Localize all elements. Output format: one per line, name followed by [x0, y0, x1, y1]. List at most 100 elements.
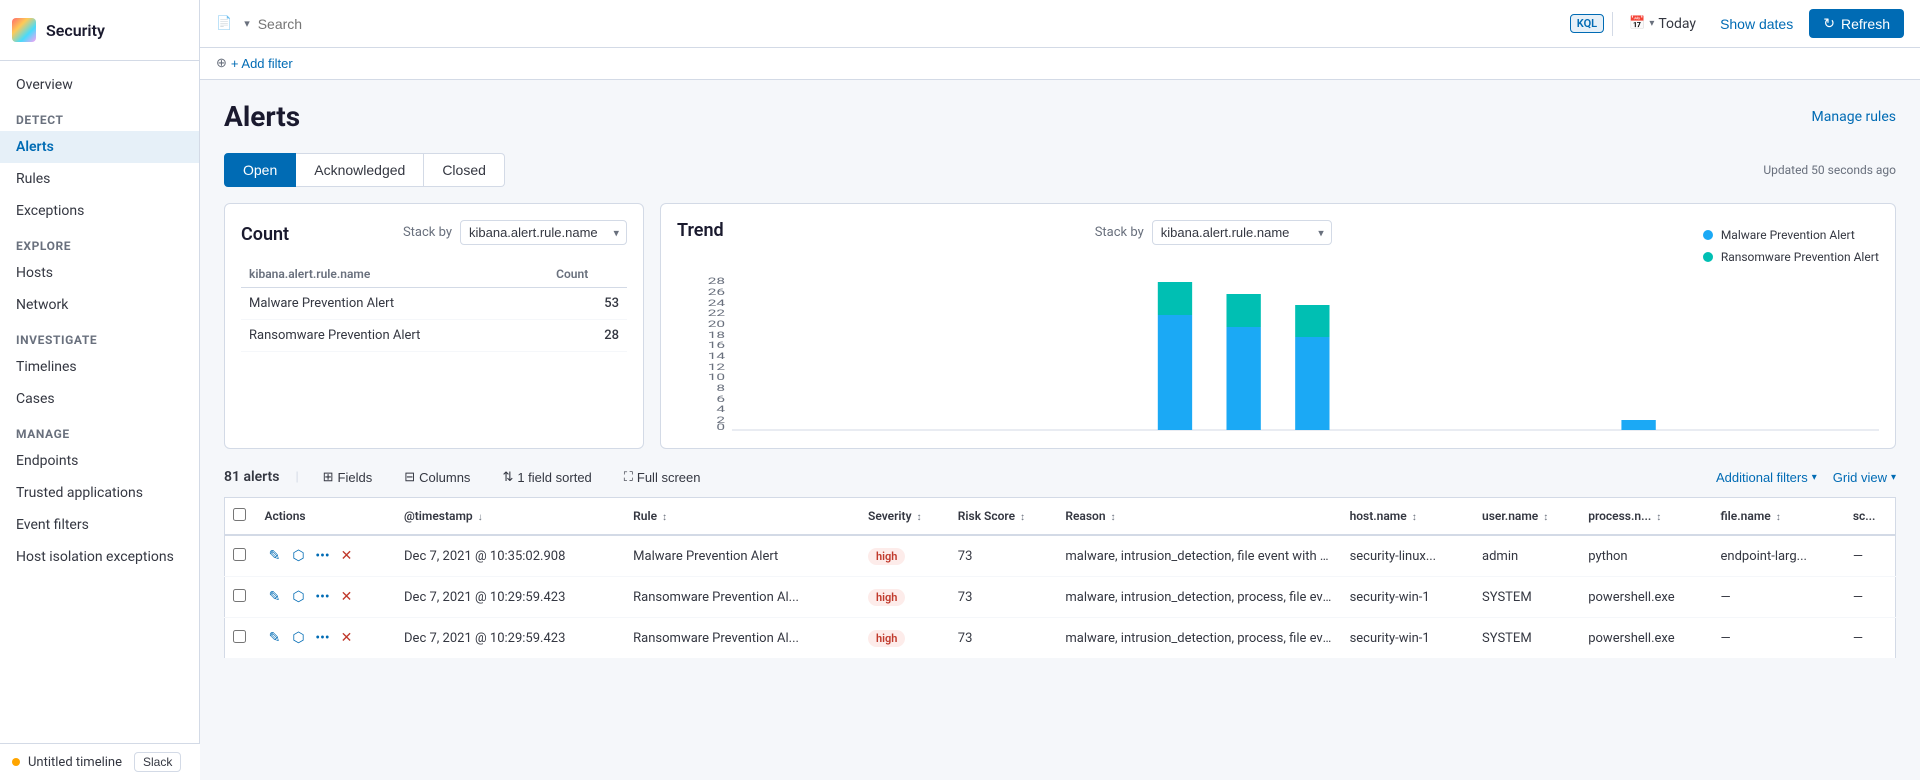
sidebar-item-host-isolation-exceptions[interactable]: Host isolation exceptions [0, 541, 199, 573]
row-actions: ✎ ⬡ ••• ✕ [257, 535, 397, 577]
row-timestamp: Dec 7, 2021 @ 10:29:59.423 [396, 577, 625, 618]
sidebar-section-detect: Detect [0, 101, 199, 131]
page-title: Alerts [224, 100, 300, 133]
close-action-icon[interactable]: ✕ [337, 546, 357, 566]
row-checkbox[interactable] [233, 548, 246, 561]
sort-severity-icon: ↕ [917, 512, 922, 523]
legend-dot-ransomware [1703, 252, 1713, 262]
refresh-button[interactable]: ↻ Refresh [1809, 9, 1904, 38]
process-action-icon[interactable]: ⬡ [289, 587, 309, 607]
slack-button[interactable]: Slack [134, 752, 181, 772]
svg-text:0: 0 [716, 422, 725, 432]
alerts-table: Actions @timestamp ↓ Rule ↕ Severity ↕ R… [224, 497, 1896, 659]
table-row: Ransomware Prevention Alert28 [241, 320, 627, 352]
fields-button[interactable]: ⊞ Fields [315, 465, 381, 489]
fields-label: Fields [338, 470, 373, 485]
count-stack-by-select[interactable]: kibana.alert.rule.name [460, 220, 627, 245]
filter-circle-icon: ⊕ [216, 56, 227, 71]
manage-rules-link[interactable]: Manage rules [1812, 109, 1896, 125]
more-action-icon[interactable]: ••• [313, 628, 333, 648]
row-severity: high [860, 535, 950, 577]
sidebar-item-network[interactable]: Network [0, 289, 199, 321]
show-dates-button[interactable]: Show dates [1712, 12, 1801, 36]
close-action-icon[interactable]: ✕ [337, 628, 357, 648]
select-all-checkbox[interactable] [233, 508, 246, 521]
row-username: SYSTEM [1474, 618, 1580, 659]
col-filename[interactable]: file.name ↕ [1713, 498, 1845, 536]
sidebar-header: Security [0, 0, 199, 61]
action-icons-group: ✎ ⬡ ••• ✕ [265, 546, 389, 566]
row-username: admin [1474, 535, 1580, 577]
alerts-count: 81 alerts [224, 469, 279, 485]
add-filter-button[interactable]: + Add filter [231, 56, 293, 71]
row-checkbox[interactable] [233, 589, 246, 602]
sidebar-item-trusted-applications[interactable]: Trusted applications [0, 477, 199, 509]
process-action-icon[interactable]: ⬡ [289, 628, 309, 648]
count-chart-title: Count [241, 224, 289, 245]
updated-text: Updated 50 seconds ago [1763, 163, 1896, 177]
sorted-button[interactable]: ⇅ 1 field sorted [494, 465, 599, 489]
svg-text:20: 20 [708, 319, 725, 330]
process-action-icon[interactable]: ⬡ [289, 546, 309, 566]
sort-reason-icon: ↕ [1111, 512, 1116, 523]
col-username[interactable]: user.name ↕ [1474, 498, 1580, 536]
col-risk-score[interactable]: Risk Score ↕ [950, 498, 1058, 536]
columns-button[interactable]: ⊟ Columns [396, 465, 478, 489]
col-sc[interactable]: sc... [1845, 498, 1896, 536]
columns-label: Columns [419, 470, 470, 485]
calendar-picker[interactable]: 📅 ▾ Today [1621, 12, 1704, 36]
sidebar-item-overview[interactable]: Overview [0, 69, 199, 101]
additional-filters-button[interactable]: Additional filters ▾ [1716, 470, 1817, 485]
trend-stack-by-select[interactable]: kibana.alert.rule.name [1152, 220, 1332, 245]
col-severity[interactable]: Severity ↕ [860, 498, 950, 536]
sidebar-section-explore: Explore [0, 227, 199, 257]
svg-text:10: 10 [708, 372, 725, 383]
sort-filename-icon: ↕ [1776, 512, 1781, 523]
col-actions[interactable]: Actions [257, 498, 397, 536]
close-action-icon[interactable]: ✕ [337, 587, 357, 607]
sidebar-item-exceptions[interactable]: Exceptions [0, 195, 199, 227]
kql-badge[interactable]: KQL [1570, 14, 1604, 33]
tab-open[interactable]: Open [224, 153, 296, 187]
edit-action-icon[interactable]: ✎ [265, 546, 285, 566]
svg-text:16: 16 [708, 340, 725, 351]
sidebar-item-cases[interactable]: Cases [0, 383, 199, 415]
fullscreen-label: Full screen [637, 470, 701, 485]
grid-view-label: Grid view [1833, 470, 1887, 485]
timeline-label[interactable]: Untitled timeline [28, 755, 122, 770]
row-processname: python [1580, 535, 1712, 577]
grid-view-button[interactable]: Grid view ▾ [1833, 470, 1896, 485]
sort-username-icon: ↕ [1543, 512, 1548, 523]
fullscreen-button[interactable]: ⛶ Full screen [616, 465, 709, 489]
row-checkbox[interactable] [233, 630, 246, 643]
svg-text:28: 28 [708, 276, 725, 287]
content-area: Alerts Manage rules Open Acknowledged Cl… [200, 80, 1920, 780]
sidebar-item-endpoints[interactable]: Endpoints [0, 445, 199, 477]
search-input[interactable] [258, 16, 1562, 32]
more-action-icon[interactable]: ••• [313, 587, 333, 607]
sidebar-item-rules[interactable]: Rules [0, 163, 199, 195]
col-reason[interactable]: Reason ↕ [1057, 498, 1341, 536]
col-processname[interactable]: process.n... ↕ [1580, 498, 1712, 536]
tab-closed[interactable]: Closed [424, 153, 505, 187]
edit-action-icon[interactable]: ✎ [265, 587, 285, 607]
sidebar-section-investigate: Investigate [0, 321, 199, 351]
trend-chart-title: Trend [677, 220, 724, 241]
count-table: kibana.alert.rule.name Count Malware Pre… [241, 261, 627, 352]
tab-acknowledged[interactable]: Acknowledged [296, 153, 424, 187]
action-icons-group: ✎ ⬡ ••• ✕ [265, 628, 389, 648]
edit-action-icon[interactable]: ✎ [265, 628, 285, 648]
sort-icon: ⇅ [502, 469, 513, 485]
topbar-divider [1612, 12, 1613, 36]
sidebar-item-event-filters[interactable]: Event filters [0, 509, 199, 541]
more-action-icon[interactable]: ••• [313, 546, 333, 566]
sidebar-item-timelines[interactable]: Timelines [0, 351, 199, 383]
additional-filters-label: Additional filters [1716, 470, 1808, 485]
sidebar-item-hosts[interactable]: Hosts [0, 257, 199, 289]
sidebar-item-alerts[interactable]: Alerts [0, 131, 199, 163]
col-rule[interactable]: Rule ↕ [625, 498, 860, 536]
col-hostname[interactable]: host.name ↕ [1342, 498, 1474, 536]
col-timestamp[interactable]: @timestamp ↓ [396, 498, 625, 536]
severity-badge: high [868, 589, 905, 606]
row-processname: powershell.exe [1580, 577, 1712, 618]
